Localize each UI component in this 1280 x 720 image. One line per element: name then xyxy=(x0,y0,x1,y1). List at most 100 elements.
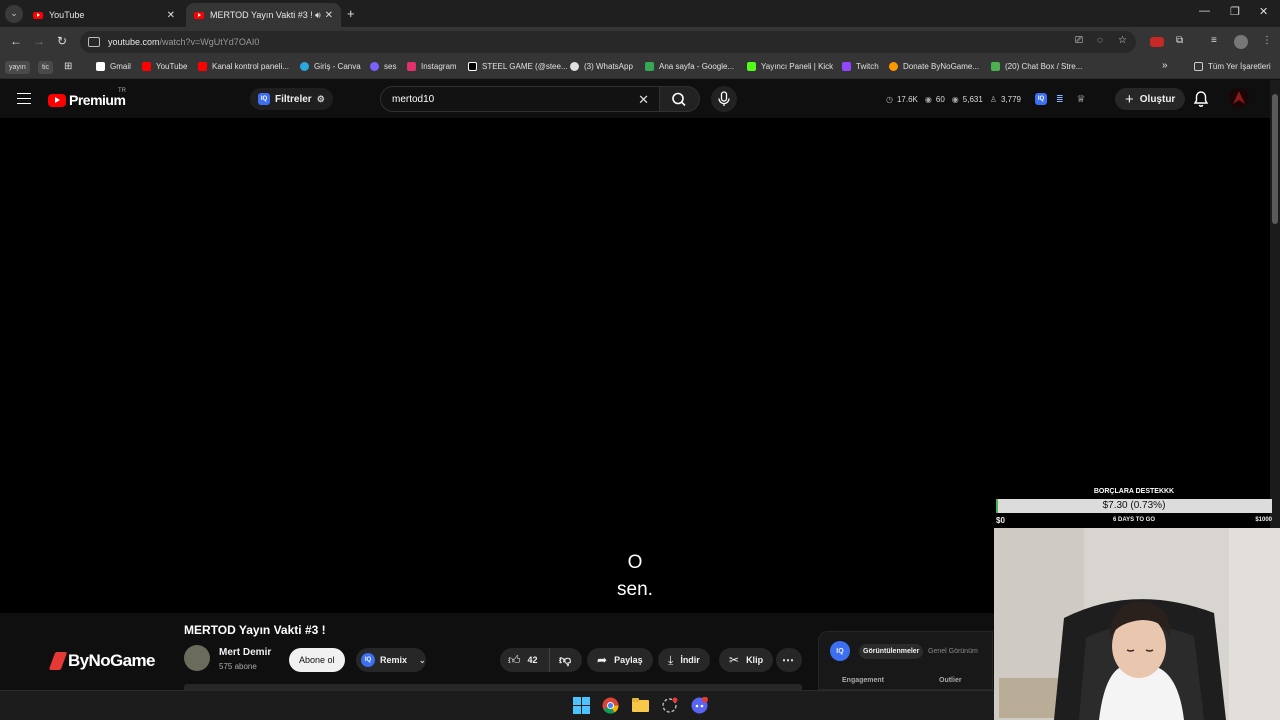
gmail-icon xyxy=(96,62,105,71)
address-bar[interactable]: youtube.com/watch?v=WgUtYd7OAI0 xyxy=(80,31,1136,53)
all-bookmarks-label: Tüm Yer İşaretleri xyxy=(1208,62,1271,71)
channel-name[interactable]: Mert Demir xyxy=(219,647,271,658)
tab-overview[interactable]: Genel Görünüm xyxy=(928,644,978,659)
menu-kebab-icon[interactable]: ⋮ xyxy=(1262,35,1272,46)
extensions-icon[interactable]: ⧉ xyxy=(1176,35,1183,46)
iq-icon[interactable]: IQ xyxy=(1035,93,1047,105)
apps-grid-icon[interactable]: ⊞ xyxy=(64,61,72,72)
bookmark-youtube[interactable]: YouTube xyxy=(142,62,187,71)
close-tab-icon[interactable]: ✕ xyxy=(167,10,175,21)
close-tab-icon[interactable]: ✕ xyxy=(325,10,333,21)
windows-taskbar xyxy=(0,690,994,720)
eye-off-icon[interactable]: ◌ xyxy=(1097,35,1103,46)
bookmark-tiktok[interactable]: STEEL GAME (@stee... xyxy=(468,62,568,71)
forward-icon[interactable]: → xyxy=(33,34,45,48)
youtube-premium-logo[interactable]: Premium TR xyxy=(48,88,126,108)
sponsor-name: ByNoGame xyxy=(68,651,155,670)
bookmark-channel-panel[interactable]: Kanal kontrol paneli... xyxy=(198,62,289,71)
tiktok-icon xyxy=(468,62,477,71)
bookmark-kick[interactable]: Yayıncı Paneli | Kick xyxy=(747,62,833,71)
app-icon[interactable] xyxy=(661,697,678,714)
chat-box-icon xyxy=(991,62,1000,71)
profile-avatar-icon[interactable] xyxy=(1234,35,1248,49)
download-icon: ⤓ xyxy=(668,652,674,667)
hamburger-menu-icon[interactable] xyxy=(17,93,31,104)
discord-icon[interactable] xyxy=(691,697,708,714)
like-button[interactable]: 👍︎ 42 xyxy=(500,648,550,672)
more-actions-button[interactable]: ⋯ xyxy=(776,648,802,672)
bookmark-google-ads[interactable]: Ana sayfa - Google... xyxy=(645,62,734,71)
bookmark-pill-yayin[interactable]: yayın xyxy=(5,61,30,74)
person-icon: ♙ xyxy=(989,94,997,104)
share-button[interactable]: ➦ Paylaş xyxy=(587,648,653,672)
bookmark-instagram[interactable]: Instagram xyxy=(407,62,457,71)
minimize-icon[interactable]: — xyxy=(1199,5,1210,17)
channel-avatar[interactable] xyxy=(184,645,210,671)
bookmark-label: ses xyxy=(384,62,397,71)
search-button[interactable] xyxy=(660,86,700,112)
bookmark-canva[interactable]: Giriş - Canva xyxy=(300,62,361,71)
bookmark-twitch[interactable]: Twitch xyxy=(842,62,879,71)
browser-tab-youtube[interactable]: YouTube ✕ xyxy=(25,3,183,27)
close-window-icon[interactable]: ✕ xyxy=(1259,5,1268,18)
whatsapp-icon xyxy=(570,62,579,71)
trophy-icon[interactable]: ♕ xyxy=(1077,94,1086,105)
more-bookmarks-icon[interactable]: » xyxy=(1162,60,1168,71)
bookmark-label: Yayıncı Paneli | Kick xyxy=(761,62,834,71)
install-app-icon[interactable]: ⎚ xyxy=(1075,35,1083,46)
chrome-icon[interactable] xyxy=(602,697,619,714)
scrollbar-thumb[interactable] xyxy=(1272,94,1278,224)
file-explorer-icon[interactable] xyxy=(632,697,649,714)
youtube-favicon-icon xyxy=(33,11,43,19)
account-avatar[interactable] xyxy=(1229,88,1249,108)
bookmark-whatsapp[interactable]: (3) WhatsApp xyxy=(570,62,633,71)
clip-label: Klip xyxy=(746,655,764,665)
adblock-extension-icon[interactable] xyxy=(1150,37,1164,47)
search-icon xyxy=(672,92,686,107)
remix-label: Remix xyxy=(380,655,408,665)
tab-search-button[interactable]: ⌄ xyxy=(5,4,23,23)
reload-icon[interactable]: ↻ xyxy=(57,34,67,48)
all-bookmarks[interactable]: Tüm Yer İşaretleri xyxy=(1194,62,1271,71)
site-info-icon[interactable] xyxy=(88,37,100,47)
bookmark-label: Twitch xyxy=(856,62,879,71)
reading-list-icon[interactable]: ≡ xyxy=(1211,35,1217,46)
tab-title: YouTube xyxy=(49,10,85,20)
bookmark-ses[interactable]: ses xyxy=(370,62,396,71)
sliders-icon: ⚙︎ xyxy=(316,93,325,104)
engagement-label: Engagement xyxy=(842,677,885,684)
search-input[interactable]: mertod10 ✕ xyxy=(380,86,660,112)
filters-button[interactable]: IQ Filtreler ⚙︎ xyxy=(250,88,333,110)
bookmark-star-icon[interactable]: ☆ xyxy=(1118,35,1127,46)
list-icon[interactable]: ≣ xyxy=(1056,94,1064,105)
windows-start-icon[interactable] xyxy=(573,697,590,714)
stat-subs: 3,779 xyxy=(1000,94,1021,104)
browser-tab-video[interactable]: MERTOD Yayın Vakti #3 ! - YouTube 🔊︎ ✕ xyxy=(186,3,341,27)
share-label: Paylaş xyxy=(614,655,643,665)
clear-search-icon[interactable]: ✕ xyxy=(638,92,649,108)
dislike-button[interactable]: 👎︎ xyxy=(550,653,571,668)
remix-button[interactable]: IQ Remix ⌄ xyxy=(356,648,426,672)
bookmark-bynogame[interactable]: Donate ByNoGame... xyxy=(889,62,979,71)
create-button[interactable]: + Oluştur xyxy=(1115,88,1186,110)
search-value: mertod10 xyxy=(392,93,435,105)
bookmark-chatbox[interactable]: (20) Chat Box / Stre... xyxy=(991,62,1082,71)
url-path: /watch?v=WgUtYd7OAI0 xyxy=(159,37,260,47)
subscribe-button[interactable]: Abone ol xyxy=(289,648,345,672)
voice-search-button[interactable] xyxy=(711,86,737,112)
download-label: İndir xyxy=(680,655,700,665)
new-tab-button[interactable]: + xyxy=(347,6,355,21)
bookmark-gmail[interactable]: Gmail xyxy=(96,62,131,71)
speaker-icon[interactable]: 🔊︎ xyxy=(315,10,321,21)
restore-icon[interactable]: ❐ xyxy=(1230,5,1240,18)
back-icon[interactable]: ← xyxy=(10,34,22,48)
like-dislike-group: 👍︎ 42 👎︎ xyxy=(500,648,582,672)
notifications-bell-icon[interactable] xyxy=(1193,90,1209,113)
bookmark-pill-tic[interactable]: tic xyxy=(38,61,53,74)
thumbs-up-icon: 👍︎ xyxy=(508,652,521,667)
tab-views[interactable]: Görüntülenmeler xyxy=(859,644,924,659)
clip-button[interactable]: ✂ Klip xyxy=(719,648,774,672)
streamer-webcam-image xyxy=(994,528,1280,720)
twitch-icon xyxy=(842,62,851,71)
download-button[interactable]: ⤓ İndir xyxy=(658,648,710,672)
